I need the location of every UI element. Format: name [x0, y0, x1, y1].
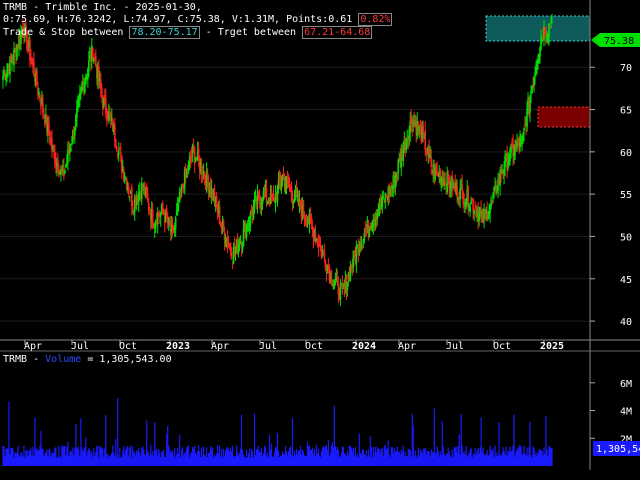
trade-label: Trade & Stop between	[3, 27, 124, 38]
volume-tick-label: 6M	[620, 379, 632, 390]
target-label: - Trget between	[205, 27, 297, 38]
target-range: 67.21-64.68	[302, 26, 373, 39]
title-sep-2: -	[123, 2, 130, 13]
trade-zone	[485, 15, 591, 42]
price-tick-label: 65	[620, 106, 632, 117]
close-value: C:75.38,	[177, 14, 226, 25]
time-tick-label: Oct	[493, 341, 511, 352]
volume-series	[2, 398, 553, 466]
candle-body	[230, 251, 233, 260]
volume-total: = 1,305,543.00	[87, 354, 172, 365]
time-tick-label: Apr	[211, 341, 229, 352]
time-tick-label: 2024	[352, 341, 376, 352]
candle-body	[117, 151, 120, 155]
price-tick-label: 70	[620, 63, 632, 74]
high-value: H:76.3242,	[57, 14, 118, 25]
volume-legend: TRMB - Volume = 1,305,543.00	[3, 354, 172, 366]
last-price-value: 75.38	[604, 36, 634, 47]
candle-body	[339, 285, 342, 300]
last-volume-value: 1,305,543	[596, 444, 640, 455]
candle-body	[272, 194, 275, 197]
time-tick-label: 2025	[540, 341, 564, 352]
time-tick-label: Apr	[398, 341, 416, 352]
target-zone	[537, 106, 591, 128]
candle-body	[355, 248, 358, 265]
volume-axis: 2M4M6M	[590, 379, 632, 445]
volume-word: Volume	[45, 354, 82, 365]
volume-bar	[551, 447, 553, 466]
candle-body	[70, 147, 72, 152]
points-value: Points:0.61	[286, 14, 353, 25]
ohlc-line: 0:75.69, H:76.3242, L:74.97, C:75.38, V:…	[3, 13, 393, 26]
low-value: L:74.97,	[123, 14, 172, 25]
last-price-tag: 75.38	[591, 33, 640, 47]
last-volume-tag: 1,305,543	[593, 441, 640, 456]
candle-body	[461, 184, 463, 192]
candle-body	[265, 188, 268, 202]
candle-body	[119, 152, 122, 154]
candlestick-series	[2, 14, 553, 307]
candle-body	[382, 197, 385, 199]
candle-body	[456, 185, 458, 198]
candle-body	[548, 23, 550, 38]
candle-body	[422, 126, 425, 133]
candle-body	[128, 196, 131, 198]
volume-tick-label: 4M	[620, 407, 632, 418]
volume-bar	[117, 398, 119, 466]
time-tick-label: Apr	[24, 341, 42, 352]
candle-body	[113, 123, 116, 142]
candle-body	[551, 21, 553, 23]
candle-body	[238, 246, 241, 248]
price-tick-label: 40	[620, 317, 632, 328]
candle-body	[242, 229, 245, 247]
stock-chart[interactable]: 40455055606570 2M4M6M Apr Jul Oct 2023 Apr Ju…	[0, 0, 640, 480]
volume-ticker: TRMB -	[3, 354, 40, 365]
time-axis: Apr Jul Oct 2023 Apr Jul Oct 2024 Apr Jul Oct 2025	[24, 340, 564, 352]
candle-body	[177, 205, 180, 207]
price-tick-label: 60	[620, 148, 632, 159]
open-value: 0:75.69,	[3, 14, 52, 25]
candle-body	[174, 217, 177, 229]
price-tick-label: 55	[620, 190, 632, 201]
time-tick-label: Jul	[71, 341, 89, 352]
title-line: TRMB - Trimble Inc. - 2025-01-30,	[3, 2, 202, 14]
candle-body	[71, 144, 73, 146]
ticker: TRMB	[3, 2, 28, 13]
candle-body	[424, 130, 427, 151]
percent-change: 0.82%	[358, 13, 393, 26]
candle-body	[469, 206, 471, 212]
candle-body	[470, 200, 472, 205]
volume-value: V:1.31M,	[231, 14, 281, 25]
time-tick-label: 2023	[166, 341, 190, 352]
price-axis: 40 45 50 55 60 65 70	[590, 63, 632, 328]
time-tick-label: Jul	[259, 341, 277, 352]
bar-date: 2025-01-30,	[135, 2, 202, 13]
candle-body	[430, 157, 433, 167]
candle-body	[64, 169, 66, 174]
trade-line: Trade & Stop between 78.20-75.17 - Trget…	[3, 26, 373, 39]
price-tick-label: 50	[620, 232, 632, 243]
candle-body	[323, 252, 326, 259]
candle-body	[473, 210, 475, 215]
time-tick-label: Oct	[119, 341, 137, 352]
candle-body	[127, 187, 130, 195]
company-name: Trimble Inc.	[45, 2, 118, 13]
time-tick-label: Jul	[446, 341, 464, 352]
candle-body	[131, 207, 134, 209]
candle-body	[436, 170, 439, 172]
candle-body	[115, 147, 118, 152]
candle-body	[88, 60, 90, 72]
trade-range: 78.20-75.17	[129, 26, 200, 39]
title-sep: -	[33, 2, 40, 13]
time-tick-label: Oct	[305, 341, 323, 352]
candle-body	[261, 200, 264, 204]
candle-body	[523, 128, 525, 132]
price-tick-label: 45	[620, 275, 632, 286]
